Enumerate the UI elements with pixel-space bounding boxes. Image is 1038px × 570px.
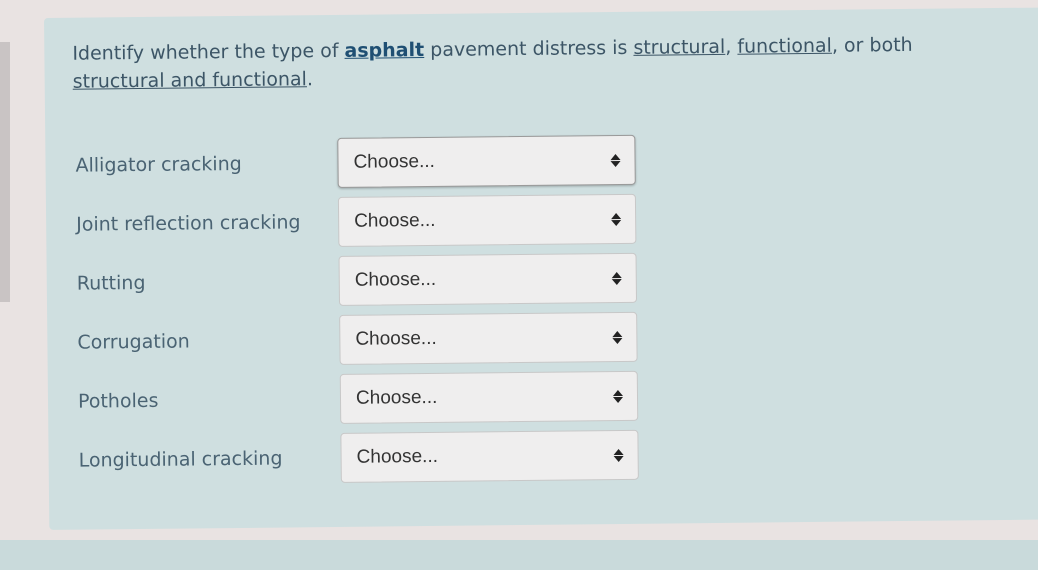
match-row-corrugation: Corrugation Choose... [77, 311, 638, 369]
row-label: Joint reflection cracking [76, 211, 301, 236]
structural-term-link[interactable]: structural [633, 36, 725, 59]
next-panel-edge [0, 540, 1038, 570]
up-down-arrows-icon [611, 271, 622, 285]
question-part: , or both [831, 33, 913, 57]
row-label: Corrugation [77, 330, 190, 354]
answer-select[interactable]: Choose... [337, 193, 637, 247]
select-value: Choose... [353, 150, 435, 173]
question-part: pavement distress is [424, 36, 634, 62]
select-value: Choose... [354, 268, 437, 291]
asphalt-term-link[interactable]: asphalt [344, 39, 424, 62]
question-part: , [725, 35, 738, 58]
select-value: Choose... [354, 209, 436, 232]
select-value: Choose... [356, 445, 439, 468]
structural-and-functional-term-link[interactable]: structural and functional [73, 68, 307, 92]
question-text: Identify whether the type of asphalt pav… [72, 30, 1013, 96]
up-down-arrows-icon [613, 448, 624, 462]
up-down-arrows-icon [610, 153, 621, 167]
row-label: Potholes [77, 389, 159, 413]
up-down-arrows-icon [612, 330, 623, 344]
answer-select[interactable]: Choose... [338, 252, 638, 306]
up-down-arrows-icon [612, 389, 624, 403]
functional-term-link[interactable]: functional [737, 35, 832, 58]
select-value: Choose... [355, 327, 437, 350]
row-label: Alligator cracking [75, 152, 242, 177]
answer-select[interactable]: Choose... [339, 370, 639, 424]
row-label: Rutting [76, 271, 146, 295]
match-row-rutting: Rutting Choose... [77, 252, 638, 310]
question-part: Identify whether the type of [72, 39, 345, 65]
answer-select[interactable]: Choose... [337, 134, 636, 188]
up-down-arrows-icon [611, 212, 622, 226]
match-row-alligator-cracking: Alligator cracking Choose... [75, 134, 636, 192]
select-value: Choose... [355, 386, 438, 409]
answer-select[interactable]: Choose... [340, 429, 639, 483]
match-row-joint-reflection-cracking: Joint reflection cracking Choose... [76, 193, 637, 251]
left-edge-bar [0, 42, 10, 302]
row-label: Longitudinal cracking [78, 447, 283, 472]
question-part: . [306, 68, 314, 91]
match-row-potholes: Potholes Choose... [78, 370, 639, 428]
question-panel: Identify whether the type of asphalt pav… [44, 7, 1038, 530]
match-row-longitudinal-cracking: Longitudinal cracking Choose... [78, 429, 639, 487]
answer-select[interactable]: Choose... [339, 311, 638, 365]
